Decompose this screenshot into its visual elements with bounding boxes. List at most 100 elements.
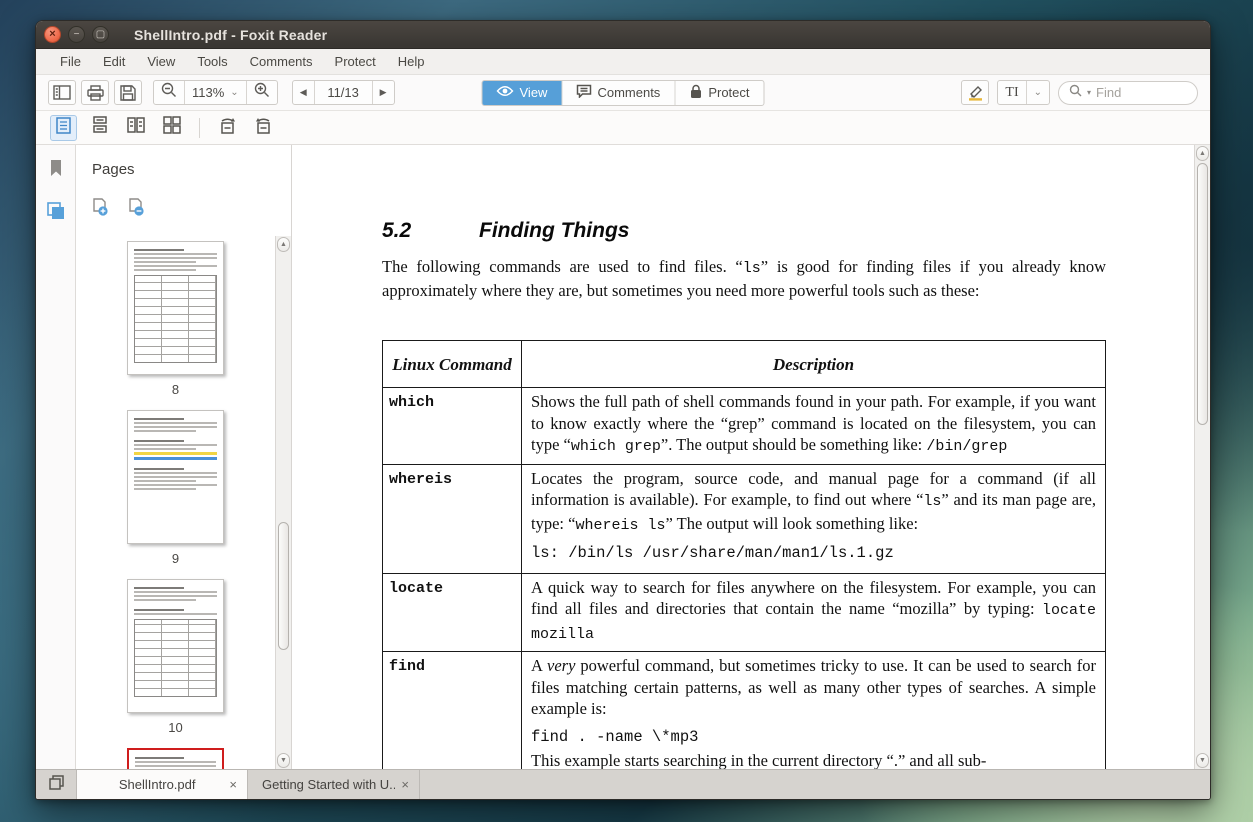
document-tab-label: ShellIntro.pdf — [91, 777, 223, 792]
search-icon — [1069, 84, 1082, 102]
window-title: ShellIntro.pdf - Foxit Reader — [134, 27, 327, 43]
page-indicator[interactable]: 11/13 — [314, 81, 372, 104]
continuous-facing-icon — [163, 116, 181, 139]
tab-comments-label: Comments — [597, 85, 660, 100]
enlarge-thumbnails-button[interactable] — [92, 198, 110, 222]
zoom-in-button[interactable] — [246, 81, 277, 104]
pdf-page: 5.2 Finding Things The following command… — [292, 145, 1194, 769]
tab-comments[interactable]: Comments — [561, 81, 674, 105]
printer-icon — [87, 85, 104, 101]
facing-pages-icon — [127, 117, 145, 138]
next-page-button[interactable]: ▶ — [372, 81, 394, 104]
close-tab-icon[interactable]: × — [229, 777, 237, 792]
table-row: findA very powerful command, but sometim… — [383, 652, 1106, 770]
scroll-up-arrow-icon[interactable]: ▲ — [277, 237, 290, 252]
save-button[interactable] — [114, 80, 142, 105]
toolbar-right-group: TI ⌄ ▾ — [961, 80, 1198, 105]
menu-protect[interactable]: Protect — [326, 51, 385, 72]
tab-protect[interactable]: Protect — [674, 81, 763, 105]
continuous-view-button[interactable] — [86, 115, 113, 141]
zoom-level-value: 113% — [192, 85, 224, 100]
section-heading: 5.2 Finding Things — [382, 219, 1106, 243]
linux-command-table: Linux Command Description whichShows the… — [382, 340, 1106, 769]
next-page-icon: ▶ — [380, 87, 387, 98]
description-cell: A quick way to search for files anywhere… — [522, 573, 1106, 652]
table-header-row: Linux Command Description — [383, 341, 1106, 388]
previous-page-button[interactable]: ◀ — [293, 81, 314, 104]
rotate-right-icon — [218, 117, 237, 139]
continuous-pages-icon — [92, 116, 108, 139]
sidebar-scrollbar-thumb[interactable] — [278, 522, 289, 650]
maximize-window-button[interactable]: ▢ — [92, 26, 109, 43]
highlight-tool-button[interactable] — [961, 80, 989, 105]
menu-view[interactable]: View — [138, 51, 184, 72]
enlarge-page-icon — [92, 204, 110, 221]
thumbnail-page-8[interactable]: 8 — [127, 241, 224, 397]
document-tab-shellintro[interactable]: ShellIntro.pdf × — [76, 770, 248, 799]
code-line: ls: /bin/ls /usr/share/man/man1/ls.1.gz — [531, 543, 1096, 565]
menu-file[interactable]: File — [51, 51, 90, 72]
zoom-out-icon — [161, 82, 177, 103]
ribbon-tabs: View Comments Protect — [482, 80, 765, 106]
rotate-right-button[interactable] — [214, 115, 241, 141]
page-navigation: ◀ 11/13 ▶ — [292, 80, 395, 105]
command-cell: whereis — [383, 464, 522, 573]
pages-icon — [47, 207, 65, 224]
text-select-button[interactable]: TI — [998, 81, 1025, 104]
navigation-icon-strip — [36, 145, 76, 769]
command-cell: which — [383, 388, 522, 465]
text-select-dropdown[interactable]: ⌄ — [1026, 81, 1049, 104]
document-scrollbar[interactable]: ▲ ▼ — [1194, 145, 1210, 769]
facing-view-button[interactable] — [122, 115, 149, 141]
pages-panel-button[interactable] — [47, 202, 65, 225]
pages-panel-title: Pages — [76, 145, 291, 178]
continuous-facing-view-button[interactable] — [158, 115, 185, 141]
titlebar[interactable]: × − ▢ ShellIntro.pdf - Foxit Reader — [36, 21, 1210, 49]
command-cell: locate — [383, 573, 522, 652]
toggle-sidebar-button[interactable] — [48, 80, 76, 105]
scroll-up-arrow-icon[interactable]: ▲ — [1196, 146, 1209, 161]
eye-icon — [497, 85, 514, 100]
multi-window-button[interactable] — [36, 770, 76, 799]
document-view[interactable]: 5.2 Finding Things The following command… — [292, 145, 1210, 769]
find-input[interactable] — [1096, 85, 1181, 100]
reduce-page-icon — [128, 204, 146, 221]
table-row: whereisLocates the program, source code,… — [383, 464, 1106, 573]
main-toolbar: 113% ⌄ ◀ 11/13 ▶ — [36, 75, 1210, 111]
previous-page-icon: ◀ — [300, 87, 307, 98]
sidebar-scrollbar[interactable]: ▲ ▼ — [275, 236, 291, 769]
menu-comments[interactable]: Comments — [241, 51, 322, 72]
tab-view[interactable]: View — [483, 81, 562, 105]
document-tab-getting-started[interactable]: Getting Started with U... × — [248, 770, 420, 799]
scroll-down-arrow-icon[interactable]: ▼ — [1196, 753, 1209, 768]
menu-tools[interactable]: Tools — [188, 51, 236, 72]
thumbnail-page-number: 9 — [172, 551, 179, 566]
scroll-down-arrow-icon[interactable]: ▼ — [277, 753, 290, 768]
app-window: × − ▢ ShellIntro.pdf - Foxit Reader File… — [35, 20, 1211, 800]
document-scrollbar-thumb[interactable] — [1197, 163, 1208, 425]
tab-view-label: View — [520, 85, 548, 100]
description-cell: Shows the full path of shell commands fo… — [522, 388, 1106, 465]
zoom-out-button[interactable] — [154, 81, 184, 104]
single-page-icon — [56, 117, 71, 139]
thumbnail-page-11-current[interactable] — [127, 748, 224, 769]
find-box[interactable]: ▾ — [1058, 81, 1198, 105]
thumbnail-preview — [127, 241, 224, 375]
save-icon — [120, 85, 136, 101]
bookmarks-panel-button[interactable] — [49, 159, 63, 182]
close-tab-icon[interactable]: × — [401, 777, 409, 792]
thumbnail-page-10[interactable]: 10 — [127, 579, 224, 735]
rotate-left-button[interactable] — [250, 115, 277, 141]
sidebar-panel-icon — [53, 85, 71, 100]
menu-help[interactable]: Help — [389, 51, 434, 72]
minimize-window-button[interactable]: − — [68, 26, 85, 43]
reduce-thumbnails-button[interactable] — [128, 198, 146, 222]
print-button[interactable] — [81, 80, 109, 105]
single-page-view-button[interactable] — [50, 115, 77, 141]
thumbnail-list: 8 9 — [76, 241, 275, 769]
highlighter-icon — [967, 85, 984, 101]
close-window-button[interactable]: × — [44, 26, 61, 43]
menu-edit[interactable]: Edit — [94, 51, 134, 72]
zoom-level-select[interactable]: 113% ⌄ — [184, 81, 246, 104]
thumbnail-page-9[interactable]: 9 — [127, 410, 224, 566]
